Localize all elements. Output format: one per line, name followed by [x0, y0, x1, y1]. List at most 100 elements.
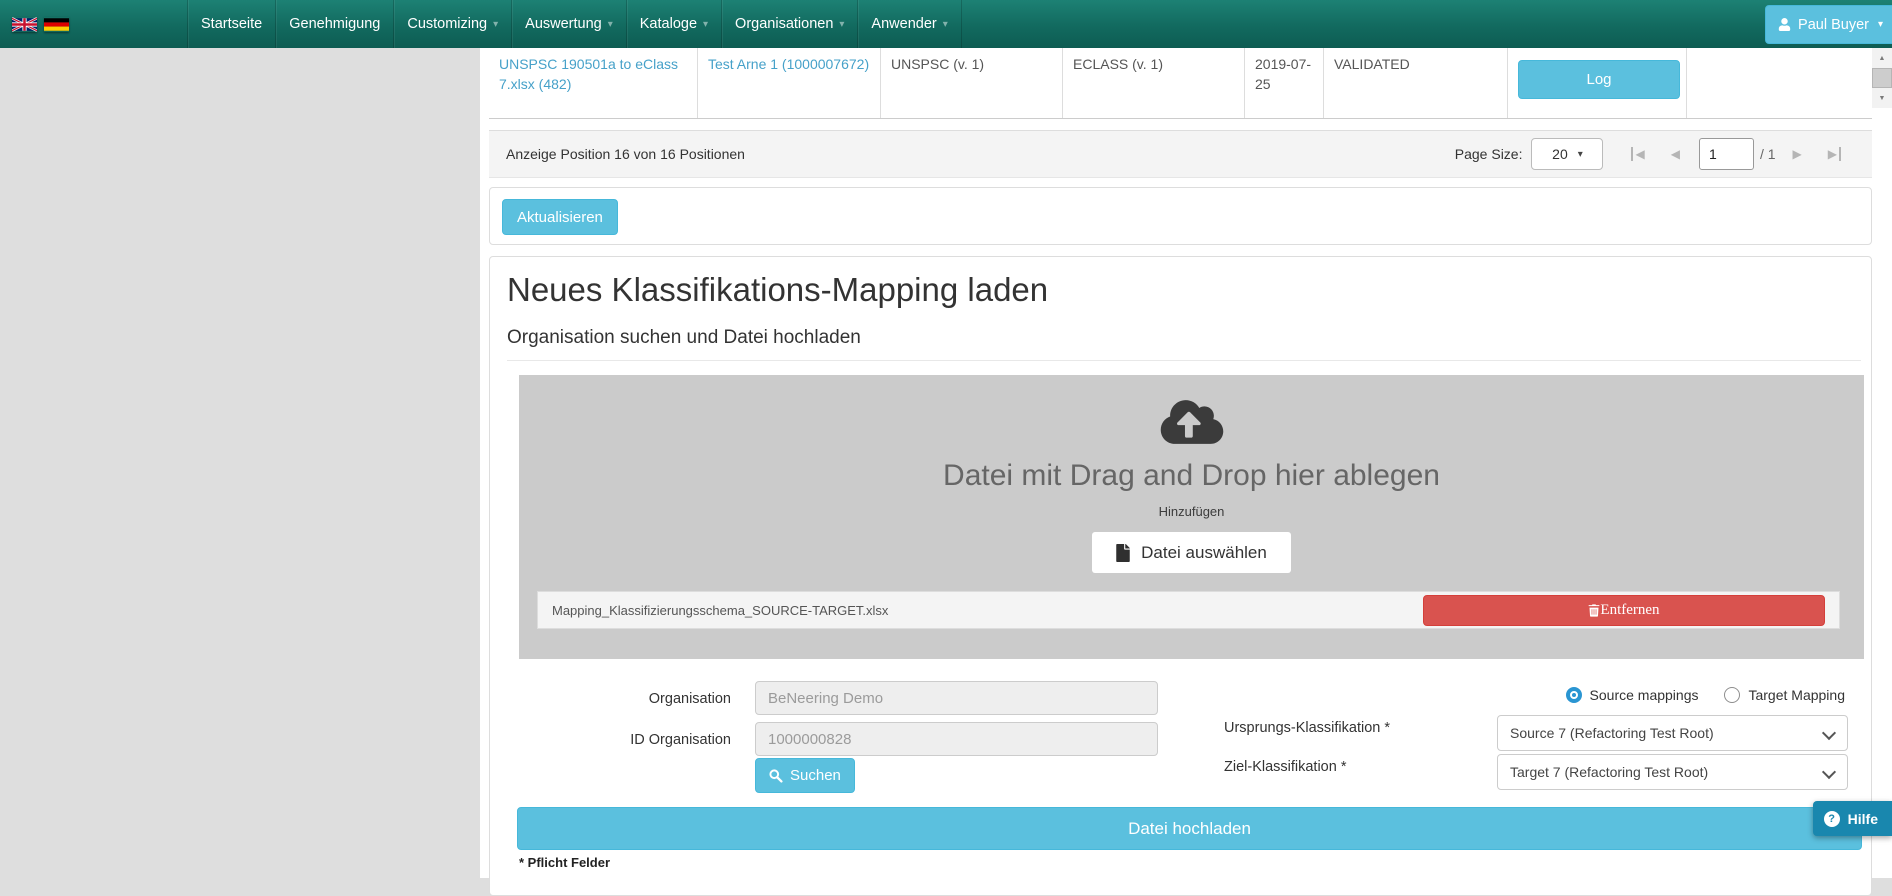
file-icon: [1116, 544, 1130, 562]
required-fields-note: * Pflicht Felder: [519, 855, 610, 870]
page-size-label: Page Size:: [1455, 146, 1523, 162]
nav-item-organisationen[interactable]: Organisationen ▾: [721, 0, 857, 48]
chevron-down-icon: [1822, 726, 1836, 740]
page-title: Neues Klassifikations-Mapping laden: [507, 271, 1048, 309]
cloud-upload-icon: [1160, 397, 1224, 447]
nav-item-auswertung[interactable]: Auswertung ▾: [511, 0, 626, 48]
nav-item-label: Auswertung: [525, 16, 602, 32]
source-classification-select[interactable]: Source 7 (Refactoring Test Root): [1497, 715, 1848, 751]
divider: [507, 360, 1861, 361]
radio-selected-icon[interactable]: [1566, 687, 1582, 703]
cell-target-schema: ECLASS (v. 1): [1062, 48, 1244, 118]
first-page-icon[interactable]: ◀: [1631, 147, 1644, 161]
cell-organisation: Test Arne 1 (1000007672): [697, 48, 880, 118]
scrollbar-thumb[interactable]: [1872, 68, 1892, 88]
nav-item-customizing[interactable]: Customizing ▾: [393, 0, 511, 48]
upload-mapping-panel: Neues Klassifikations-Mapping laden Orga…: [489, 256, 1872, 896]
target-classification-value: Target 7 (Refactoring Test Root): [1510, 764, 1708, 780]
chevron-down-icon: ▾: [943, 19, 948, 30]
help-button-label: Hilfe: [1848, 811, 1878, 827]
chevron-down-icon: ▾: [1578, 149, 1583, 160]
chevron-down-icon: ▾: [1878, 19, 1883, 30]
chevron-down-icon: ▾: [493, 19, 498, 30]
user-icon: [1778, 18, 1791, 31]
cell-mapping-file: UNSPSC 190501a to eClass 7.xlsx (482): [489, 48, 697, 118]
page-total: / 1: [1760, 146, 1776, 162]
search-button-label: Suchen: [790, 767, 841, 784]
log-button[interactable]: Log: [1518, 60, 1680, 99]
language-switcher: [12, 17, 69, 32]
table-scrollbar[interactable]: ▲ ▼: [1872, 48, 1892, 108]
dropzone-headline: Datei mit Drag and Drop hier ablegen: [943, 459, 1440, 493]
mapping-file-link[interactable]: UNSPSC 190501a to eClass 7.xlsx (482): [499, 56, 678, 92]
target-classification-select[interactable]: Target 7 (Refactoring Test Root): [1497, 754, 1848, 790]
pagination-bar: Anzeige Position 16 von 16 Positionen Pa…: [489, 130, 1872, 178]
chevron-down-icon: ▾: [703, 19, 708, 30]
user-name: Paul Buyer: [1798, 17, 1869, 33]
top-navigation-bar: Startseite Genehmigung Customizing ▾ Aus…: [0, 0, 1892, 48]
remove-file-button[interactable]: Entfernen: [1423, 595, 1825, 626]
organisation-field[interactable]: [755, 681, 1158, 715]
scroll-up-icon[interactable]: ▲: [1872, 48, 1892, 68]
next-page-icon[interactable]: ▶: [1793, 147, 1802, 161]
radio-unselected-icon[interactable]: [1724, 687, 1740, 703]
mapping-direction-radio-group: Source mappings Target Mapping: [1566, 687, 1845, 703]
organisation-link[interactable]: Test Arne 1 (1000007672): [708, 56, 869, 72]
dropzone-hint: Hinzufügen: [1159, 504, 1225, 519]
previous-page-icon[interactable]: ◀: [1671, 147, 1680, 161]
nav-item-anwender[interactable]: Anwender ▾: [857, 0, 961, 48]
cell-source-schema: UNSPSC (v. 1): [880, 48, 1062, 118]
cell-date: 2019-07-25: [1244, 48, 1323, 118]
refresh-panel: Aktualisieren: [489, 187, 1872, 245]
uk-flag-icon[interactable]: [12, 17, 37, 32]
mapping-table-row: UNSPSC 190501a to eClass 7.xlsx (482) Te…: [489, 48, 1872, 119]
source-classification-label: Ursprungs-Klassifikation *: [1224, 720, 1390, 736]
scroll-down-icon[interactable]: ▼: [1872, 88, 1892, 108]
nav-item-label: Genehmigung: [289, 16, 380, 32]
trash-icon: [1588, 604, 1600, 617]
radio-label: Source mappings: [1590, 687, 1699, 703]
chevron-down-icon: [1822, 765, 1836, 779]
nav-item-label: Kataloge: [640, 16, 697, 32]
page-size-select[interactable]: 20 ▾: [1531, 138, 1603, 170]
cell-log: Log: [1507, 48, 1686, 118]
user-menu-button[interactable]: Paul Buyer ▾: [1765, 5, 1892, 44]
nav-item-startseite[interactable]: Startseite: [187, 0, 275, 48]
main-menu: Startseite Genehmigung Customizing ▾ Aus…: [187, 0, 962, 48]
search-button[interactable]: Suchen: [755, 758, 855, 793]
last-page-icon[interactable]: ▶: [1828, 147, 1841, 161]
german-flag-icon[interactable]: [44, 17, 69, 32]
nav-item-label: Anwender: [871, 16, 936, 32]
nav-item-kataloge[interactable]: Kataloge ▾: [626, 0, 721, 48]
upload-file-button[interactable]: Datei hochladen: [517, 807, 1862, 850]
nav-item-label: Customizing: [407, 16, 487, 32]
cell-status: VALIDATED: [1323, 48, 1507, 118]
choose-file-button[interactable]: Datei auswählen: [1092, 532, 1291, 573]
choose-file-label: Datei auswählen: [1141, 543, 1267, 563]
source-classification-value: Source 7 (Refactoring Test Root): [1510, 725, 1714, 741]
question-mark-icon: ?: [1824, 811, 1840, 827]
nav-item-label: Startseite: [201, 16, 262, 32]
remove-file-label: Entfernen: [1600, 602, 1659, 619]
target-classification-label: Ziel-Klassifikation *: [1224, 759, 1347, 775]
uploaded-file-name: Mapping_Klassifizierungsschema_SOURCE-TA…: [552, 603, 888, 618]
refresh-button[interactable]: Aktualisieren: [502, 199, 618, 235]
chevron-down-icon: ▾: [839, 19, 844, 30]
organisation-id-label: ID Organisation: [551, 732, 731, 748]
position-summary: Anzeige Position 16 von 16 Positionen: [506, 146, 745, 162]
radio-option-target-mapping[interactable]: Target Mapping: [1724, 687, 1845, 703]
help-button[interactable]: ? Hilfe: [1813, 801, 1892, 836]
pagination-controls: Page Size: 20 ▾ ◀ ◀ / 1 ▶ ▶: [1455, 138, 1854, 170]
radio-label: Target Mapping: [1748, 687, 1845, 703]
organisation-id-field[interactable]: [755, 722, 1158, 756]
page-size-value: 20: [1552, 146, 1568, 162]
uploaded-file-row: Mapping_Klassifizierungsschema_SOURCE-TA…: [537, 591, 1840, 629]
file-dropzone[interactable]: Datei mit Drag and Drop hier ablegen Hin…: [519, 375, 1864, 659]
nav-item-genehmigung[interactable]: Genehmigung: [275, 0, 393, 48]
cell-empty: [1686, 48, 1872, 118]
page-number-input[interactable]: [1699, 138, 1754, 170]
search-icon: [769, 769, 783, 783]
left-sidebar: [0, 48, 480, 878]
page-subtitle: Organisation suchen und Datei hochladen: [507, 327, 861, 349]
radio-option-source-mappings[interactable]: Source mappings: [1566, 687, 1699, 703]
